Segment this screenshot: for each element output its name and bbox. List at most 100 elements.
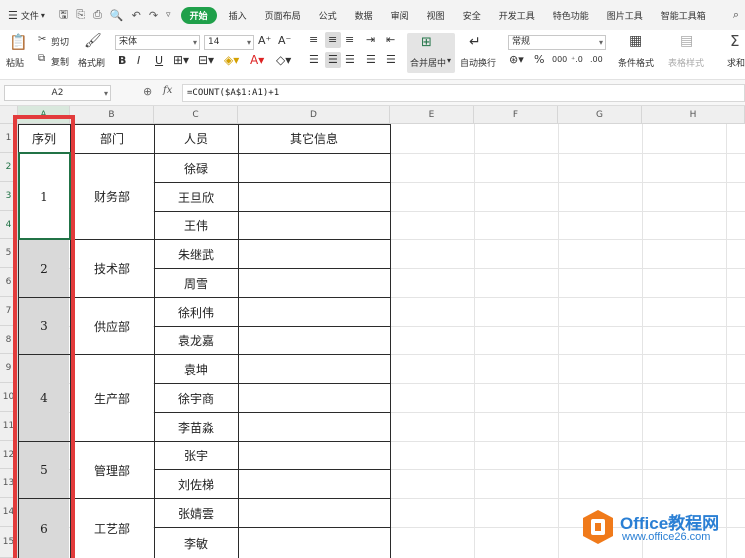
tab-picture-tools[interactable]: 图片工具 [607,9,643,22]
wrap-text-button[interactable]: 自动换行 [460,56,496,69]
tab-security[interactable]: 安全 [463,9,481,22]
outdent-icon[interactable]: ⇤ [386,33,395,46]
zoom-icon[interactable]: ⊕ [143,85,152,98]
wrap-text-icon[interactable]: ↵ [469,34,481,50]
tab-review[interactable]: 审阅 [391,9,409,22]
cell-b9-merged[interactable]: 生产部 [71,355,153,441]
column-header-g[interactable]: G [558,106,642,124]
cell-c11[interactable]: 李苗淼 [155,413,237,441]
cell-d1[interactable]: 其它信息 [239,125,389,152]
conditional-format-icon[interactable]: ▦ [629,33,642,49]
cell-b7-merged[interactable]: 供应部 [71,298,153,354]
cut-button[interactable]: 剪切 [51,35,69,48]
clear-icon[interactable]: ◇▾ [276,53,291,67]
decrease-font-icon[interactable]: A⁻ [278,34,291,47]
tab-formulas[interactable]: 公式 [319,9,337,22]
conditional-format-button[interactable]: 条件格式 [618,56,654,69]
cell-c14[interactable]: 张婧雲 [155,499,237,527]
cell-style-icon[interactable]: ⊟▾ [198,53,214,67]
italic-icon[interactable]: I [137,54,140,67]
sum-button[interactable]: 求和 [727,56,745,69]
fill-color-icon[interactable]: ◈▾ [224,53,239,67]
distribute-icon[interactable]: ☰ [386,53,396,66]
cell-c6[interactable]: 周雪 [155,269,237,297]
column-header-c[interactable]: C [154,106,238,124]
column-header-f[interactable]: F [474,106,558,124]
column-header-e[interactable]: E [390,106,474,124]
tab-view[interactable]: 视图 [427,9,445,22]
export-pdf-icon[interactable]: ⎘ [76,8,85,22]
increase-font-icon[interactable]: A⁺ [258,34,271,47]
cell-b2-merged[interactable]: 财务部 [71,154,153,239]
cell-b5-merged[interactable]: 技术部 [71,240,153,297]
column-header-h[interactable]: H [642,106,745,124]
customize-dropdown-icon[interactable]: ▿ [166,10,171,20]
bold-icon[interactable]: B [118,54,126,67]
formula-input[interactable]: =COUNT($A$1:A1)+1 [182,84,745,102]
cell-c7[interactable]: 徐利伟 [155,298,237,326]
align-top-icon[interactable]: ≡ [309,33,318,46]
decrease-decimal-icon[interactable]: .00 [590,55,603,64]
table-style-icon[interactable]: ▤ [680,33,693,49]
tab-developer[interactable]: 开发工具 [499,9,535,22]
increase-decimal-icon[interactable]: ⁺.0 [571,55,583,64]
cell-c3[interactable]: 王旦欣 [155,183,237,211]
thousands-icon[interactable]: 000 [552,55,567,64]
paste-icon[interactable]: 📋 [9,33,28,51]
cell-b1[interactable]: 部门 [71,125,153,152]
copy-icon[interactable]: ⧉ [38,53,45,64]
indent-icon[interactable]: ⇥ [366,33,375,46]
save-icon[interactable]: 🖫 [59,6,68,25]
tab-data[interactable]: 数据 [355,9,373,22]
name-box[interactable]: A2 ▾ [4,85,111,101]
redo-icon[interactable]: ↷ [149,9,158,22]
table-style-button[interactable]: 表格样式 [668,56,704,69]
align-left-icon[interactable]: ☰ [309,53,319,66]
underline-icon[interactable]: U [155,54,163,67]
format-painter-button[interactable]: 格式刷 [78,56,105,69]
border-icon[interactable]: ⊞▾ [173,53,189,67]
cell-c13[interactable]: 刘佐梯 [155,470,237,498]
print-icon[interactable]: ⎙ [93,8,102,22]
font-color-icon[interactable]: A▾ [250,53,264,67]
font-size-select[interactable]: 14 ▾ [204,35,254,50]
search-icon[interactable]: ⌕ [733,8,739,22]
align-center-icon[interactable]: ☰ [328,53,338,66]
align-middle-icon[interactable]: ≡ [328,33,337,46]
cell-b12-merged[interactable]: 管理部 [71,442,153,498]
paste-button[interactable]: 粘贴 [6,56,24,69]
cell-c10[interactable]: 徐宇商 [155,384,237,412]
tab-smart-toolbox[interactable]: 智能工具箱 [661,9,706,22]
hamburger-icon: ☰ [8,8,18,22]
tab-start[interactable]: 开始 [180,6,217,24]
cell-c4[interactable]: 王伟 [155,212,237,239]
copy-button[interactable]: 复制 [51,55,69,68]
justify-icon[interactable]: ☰ [366,53,376,66]
cell-b14-merged[interactable]: 工艺部 [71,499,153,558]
cell-c5[interactable]: 朱继武 [155,240,237,268]
cell-c8[interactable]: 袁龙嘉 [155,327,237,354]
cell-c12[interactable]: 张宇 [155,442,237,469]
cell-c1[interactable]: 人员 [155,125,237,152]
align-bottom-icon[interactable]: ≡ [345,33,354,46]
tab-page-layout[interactable]: 页面布局 [265,9,301,22]
cell-c15[interactable]: 李敏 [155,528,237,558]
cell-c2[interactable]: 徐碌 [155,154,237,182]
tab-special-features[interactable]: 特色功能 [553,9,589,22]
undo-icon[interactable]: ↶ [132,9,141,22]
cell-c9[interactable]: 袁坤 [155,355,237,383]
fx-icon[interactable]: fx [163,85,172,96]
percent-icon[interactable]: % [534,53,544,66]
align-right-icon[interactable]: ☰ [345,53,355,66]
currency-icon[interactable]: ⊛▾ [509,53,524,66]
column-header-b[interactable]: B [70,106,154,124]
scissors-icon[interactable]: ✂ [38,34,46,45]
column-header-d[interactable]: D [238,106,390,124]
print-preview-icon[interactable]: 🔍 [110,9,124,22]
font-name-select[interactable]: 宋体 ▾ [115,35,200,50]
file-menu[interactable]: ☰ 文件 ▾ [8,9,45,22]
number-format-select[interactable]: 常规 ▾ [508,35,606,50]
sum-icon[interactable]: Σ [730,32,739,50]
tab-insert[interactable]: 插入 [229,9,247,22]
format-painter-icon[interactable]: 🖌 [84,33,102,49]
